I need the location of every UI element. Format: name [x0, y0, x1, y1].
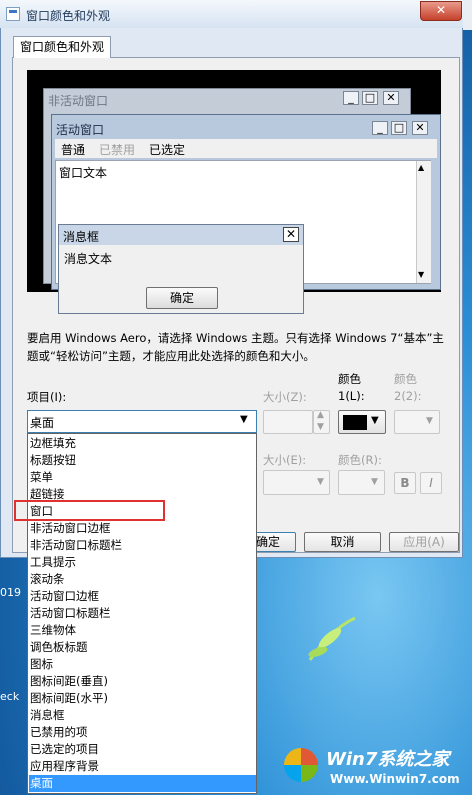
- inactive-window-title: 非活动窗口: [48, 94, 109, 108]
- desktop-icon-label[interactable]: 019: [0, 586, 21, 599]
- list-item[interactable]: 应用程序背景: [29, 758, 256, 775]
- bold-button[interactable]: B: [394, 472, 416, 494]
- cancel-button[interactable]: 取消: [304, 532, 381, 552]
- chevron-down-icon: ▼: [426, 416, 433, 426]
- bamboo-leaf-decoration: [308, 616, 356, 661]
- info-text: 要启用 Windows Aero，请选择 Windows 主题。只有选择 Win…: [27, 331, 444, 363]
- stepper-down-icon[interactable]: ▼: [317, 422, 324, 432]
- tab-window-color[interactable]: 窗口颜色和外观: [13, 36, 111, 58]
- maximize-icon: □: [362, 91, 378, 105]
- item-label: 项目(I):: [27, 390, 67, 404]
- color1-label-suffix: 1(L):: [338, 389, 365, 403]
- menu-item-disabled[interactable]: 已禁用: [99, 141, 135, 158]
- desktop-icon-label[interactable]: eck: [0, 690, 19, 703]
- active-window-title: 活动窗口: [56, 123, 105, 137]
- list-item[interactable]: 已禁用的项: [29, 724, 256, 741]
- color2-label: 颜色: [394, 372, 417, 386]
- stepper-up-icon[interactable]: ▲: [317, 410, 324, 420]
- message-box-title: 消息框: [63, 230, 100, 244]
- list-item[interactable]: 活动窗口边框: [29, 588, 256, 605]
- item-select-value: 桌面: [30, 416, 55, 430]
- annotation-highlight-box: [14, 500, 165, 521]
- preview-scrollbar[interactable]: [416, 161, 431, 283]
- chevron-down-icon: ▼: [240, 414, 248, 425]
- chevron-down-icon: ▼: [371, 415, 379, 426]
- font-color-label: 颜色(R):: [338, 453, 382, 467]
- scroll-up-icon[interactable]: ▲: [418, 163, 424, 172]
- list-item[interactable]: 非活动窗口边框: [29, 520, 256, 537]
- close-icon: ✕: [412, 121, 428, 135]
- color2-label-suffix: 2(2):: [394, 389, 422, 403]
- chevron-down-icon: ▼: [371, 477, 378, 487]
- apply-button[interactable]: 应用(A): [389, 532, 459, 552]
- item-select[interactable]: [27, 410, 257, 433]
- window-icon: [6, 7, 20, 21]
- color2-button[interactable]: [394, 410, 440, 434]
- size-label: 大小(Z):: [263, 390, 307, 404]
- color1-label: 颜色: [338, 372, 361, 386]
- preview-ok-button[interactable]: 确定: [146, 287, 218, 309]
- list-item[interactable]: 调色板标题: [29, 639, 256, 656]
- list-item[interactable]: 工具提示: [29, 554, 256, 571]
- list-item[interactable]: 图标间距(垂直): [29, 673, 256, 690]
- close-icon: ✕: [283, 227, 299, 242]
- list-item[interactable]: 标题按钮: [29, 452, 256, 469]
- message-text: 消息文本: [64, 252, 113, 266]
- watermark-brand: Win7系统之家: [326, 749, 450, 770]
- italic-button[interactable]: I: [420, 472, 442, 494]
- menu-item-normal[interactable]: 普通: [61, 141, 85, 158]
- minimize-icon: _: [372, 121, 388, 135]
- size-input[interactable]: [263, 410, 313, 434]
- list-item[interactable]: 滚动条: [29, 571, 256, 588]
- list-item[interactable]: 已选定的项目: [29, 741, 256, 758]
- dialog-title: 窗口颜色和外观: [26, 9, 111, 23]
- watermark-url: Www.Winwin7.com: [330, 772, 460, 786]
- color1-swatch: [343, 415, 367, 430]
- list-item[interactable]: 消息框: [29, 707, 256, 724]
- menu-item-selected[interactable]: 已选定: [149, 141, 185, 158]
- list-item[interactable]: 边框填充: [29, 435, 256, 452]
- list-item[interactable]: 图标: [29, 656, 256, 673]
- list-item[interactable]: 三维物体: [29, 622, 256, 639]
- window-text: 窗口文本: [59, 166, 108, 180]
- list-item[interactable]: 活动窗口标题栏: [29, 605, 256, 622]
- scroll-down-icon[interactable]: ▼: [418, 270, 424, 279]
- list-item-selected[interactable]: 桌面: [29, 775, 256, 792]
- chevron-down-icon: ▼: [317, 477, 324, 487]
- windows-logo-icon: [284, 748, 318, 782]
- close-icon: ✕: [383, 91, 399, 105]
- list-item[interactable]: 非活动窗口标题栏: [29, 537, 256, 554]
- list-item[interactable]: 图标间距(水平): [29, 690, 256, 707]
- list-item[interactable]: 菜单: [29, 469, 256, 486]
- minimize-icon: _: [343, 91, 359, 105]
- font-size-label: 大小(E):: [263, 453, 307, 467]
- close-button[interactable]: ✕: [420, 1, 462, 21]
- maximize-icon: □: [391, 121, 407, 135]
